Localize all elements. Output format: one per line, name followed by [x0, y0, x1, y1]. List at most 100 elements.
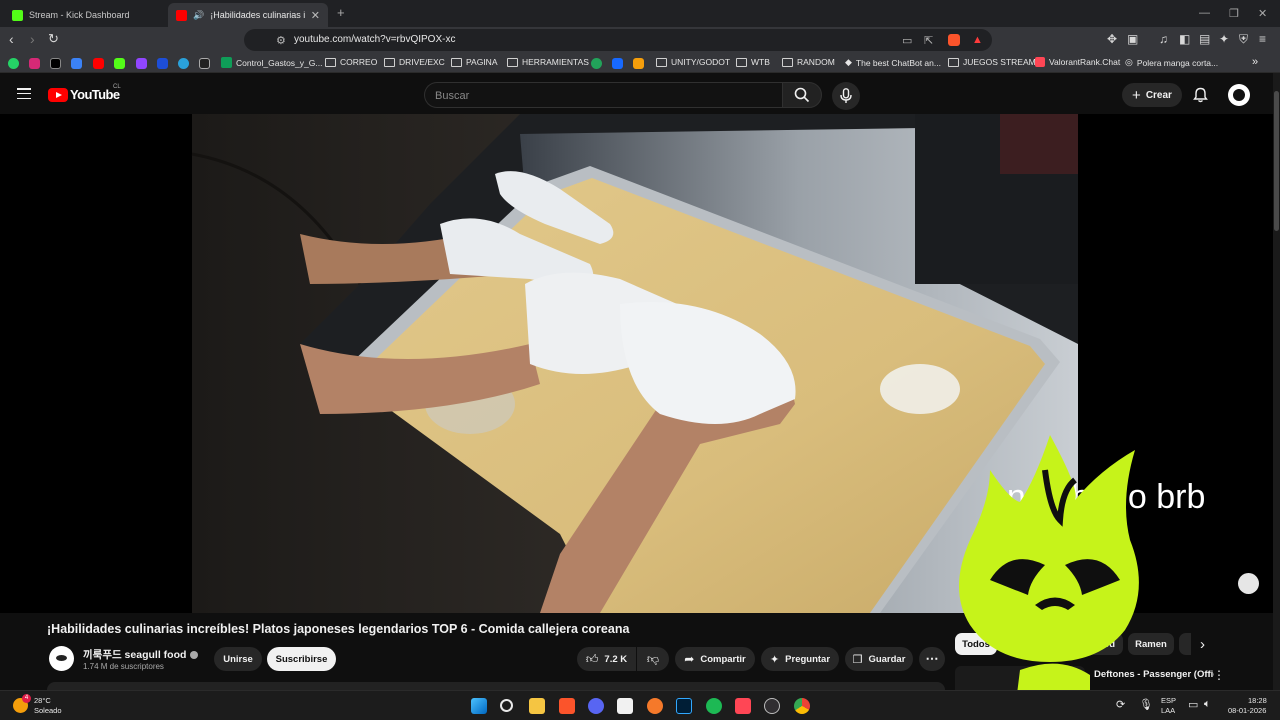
bookmark-random[interactable]: RANDOM	[782, 57, 835, 67]
hamburger-menu-icon[interactable]	[17, 88, 31, 100]
telegram-icon[interactable]	[178, 58, 189, 69]
save-button[interactable]: ❒ Guardar	[845, 647, 913, 671]
notion-icon[interactable]	[617, 698, 633, 714]
bookmark-valorantrank[interactable]: ValorantRank.Chat	[1035, 57, 1120, 67]
x-icon[interactable]	[50, 58, 61, 69]
bookmark-control-gastos[interactable]: Control_Gastos_y_G...	[221, 57, 322, 68]
chrome-icon[interactable]	[794, 698, 810, 714]
menu-icon[interactable]: ≡	[1259, 33, 1266, 45]
clock-date[interactable]: 08-01-2026	[1228, 706, 1266, 715]
bookmark-juegos-stream[interactable]: JUEGOS STREAM	[948, 57, 1036, 67]
green-app-icon[interactable]	[591, 58, 602, 69]
cast-icon[interactable]: ▭	[902, 34, 912, 47]
back-icon[interactable]: ‹	[9, 32, 14, 46]
channel-avatar[interactable]	[49, 646, 74, 671]
clock-time[interactable]: 18:28	[1248, 696, 1267, 705]
more-actions-button[interactable]: ⋯	[919, 647, 945, 671]
tray-refresh-icon[interactable]: ⟳	[1116, 698, 1125, 711]
valorant-taskbar-icon[interactable]	[735, 698, 751, 714]
address-bar[interactable]: ⚙ youtube.com/watch?v=rbvQIPOX-xc ▭ ⇱ ▲	[244, 29, 992, 51]
channel-name[interactable]: 끼룩푸드 seagull food	[83, 647, 199, 662]
url-text[interactable]: youtube.com/watch?v=rbvQIPOX-xc	[294, 34, 455, 45]
reload-icon[interactable]: ↻	[48, 32, 59, 46]
search-taskbar-icon[interactable]	[500, 699, 513, 712]
folder-icon	[451, 57, 462, 67]
notifications-bell-icon[interactable]	[1193, 87, 1208, 103]
discord-icon[interactable]	[588, 698, 604, 714]
subscriber-count: 1.74 M de suscriptores	[83, 662, 164, 671]
ask-button[interactable]: ✦ Preguntar	[761, 647, 839, 671]
behance-icon[interactable]	[612, 58, 623, 69]
minimize-icon[interactable]: —	[1199, 7, 1210, 19]
chip-partial[interactable]	[1179, 633, 1191, 655]
join-button[interactable]: Unirse	[214, 647, 262, 671]
whatsapp-icon[interactable]	[8, 58, 19, 69]
paypal-icon[interactable]	[157, 58, 168, 69]
scrollbar-thumb[interactable]	[1274, 91, 1279, 231]
page-scrollbar[interactable]	[1273, 73, 1280, 690]
rewards-icon[interactable]: ▲	[972, 34, 983, 46]
bookmark-correo[interactable]: CORREO	[325, 57, 377, 67]
chips-next-icon[interactable]: ›	[1200, 636, 1205, 653]
close-window-icon[interactable]: ✕	[1258, 7, 1267, 20]
extension-float-icon[interactable]	[1238, 573, 1259, 594]
photoshop-icon[interactable]	[676, 698, 692, 714]
maximize-icon[interactable]: ❐	[1229, 7, 1239, 20]
gmail-icon[interactable]	[199, 58, 210, 69]
search-input[interactable]: Buscar	[424, 82, 782, 108]
subscribe-button[interactable]: Suscribirse	[267, 647, 336, 671]
file-explorer-icon[interactable]	[529, 698, 545, 714]
share-button[interactable]: ➦ Compartir	[675, 647, 755, 671]
account-avatar[interactable]	[1228, 84, 1250, 106]
blender-icon[interactable]	[647, 698, 663, 714]
spotify-icon[interactable]	[706, 698, 722, 714]
brave-shield-icon[interactable]	[948, 34, 960, 46]
bookmark-wtb[interactable]: WTB	[736, 57, 770, 67]
tab-kick-dashboard[interactable]: Stream - Kick Dashboard	[4, 3, 164, 27]
tab-youtube-video[interactable]: 🔊 ¡Habilidades culinarias increíb ✕	[168, 3, 328, 27]
forward-icon[interactable]: ›	[30, 32, 35, 46]
bookmark-pagina[interactable]: PAGINA	[451, 57, 498, 67]
create-button[interactable]: + Crear	[1122, 83, 1182, 107]
language-bottom[interactable]: LAA	[1161, 706, 1175, 715]
vpn-icon[interactable]: ⛨	[1239, 33, 1248, 45]
audio-icon[interactable]: 🔊	[193, 10, 204, 21]
folder-blue-icon[interactable]	[71, 58, 82, 69]
like-button[interactable]: 👍︎ 7.2 K	[577, 647, 636, 671]
related-more-icon[interactable]: ⋮	[1213, 668, 1225, 682]
windows-start-icon[interactable]	[471, 698, 487, 714]
tray-mic-icon[interactable]: 🎙︎	[1139, 698, 1153, 711]
obs-icon[interactable]	[764, 698, 780, 714]
extensions-icon[interactable]: ✥	[1107, 33, 1117, 45]
volume-icon[interactable]: 🔈︎	[1204, 698, 1211, 711]
bookmark-polera[interactable]: ◎ Polera manga corta...	[1125, 57, 1218, 68]
brave-browser-icon[interactable]	[559, 698, 575, 714]
ba-icon[interactable]	[633, 58, 644, 69]
instagram-icon[interactable]	[29, 58, 40, 69]
close-tab-icon[interactable]: ✕	[311, 9, 320, 22]
search-button[interactable]	[782, 82, 822, 108]
twitch-icon[interactable]	[136, 58, 147, 69]
music-icon[interactable]: ♫	[1159, 33, 1168, 45]
site-info-icon[interactable]: ⚙	[276, 34, 286, 47]
network-icon[interactable]: ▭	[1188, 698, 1198, 711]
bookmark-unity-godot[interactable]: UNITY/GODOT	[656, 57, 730, 67]
bookmark-drive-exc[interactable]: DRIVE/EXC	[384, 57, 445, 67]
voice-search-button[interactable]	[832, 82, 860, 110]
youtube-logo-icon[interactable]	[48, 88, 68, 102]
share-icon[interactable]: ⇱	[924, 34, 933, 47]
sidebar-icon[interactable]: ◧	[1179, 33, 1190, 45]
new-tab-icon[interactable]: +	[337, 5, 345, 20]
kick-bookmark-icon[interactable]	[114, 58, 125, 69]
bookmark-herramientas[interactable]: HERRAMIENTAS	[507, 57, 589, 67]
microphone-icon	[840, 88, 852, 103]
leo-ai-icon[interactable]: ✦	[1219, 33, 1229, 45]
language-top[interactable]: ESP	[1161, 696, 1176, 705]
description-box-edge[interactable]	[47, 682, 945, 690]
bookmark-chatbot[interactable]: ◆ The best ChatBot an...	[845, 57, 941, 68]
more-bookmarks-icon[interactable]: »	[1252, 56, 1258, 68]
screenshot-icon[interactable]: ▣	[1127, 33, 1138, 45]
youtube-bookmark-icon[interactable]	[93, 58, 104, 69]
wallet-icon[interactable]: ▤	[1199, 33, 1210, 45]
dislike-button[interactable]: 👎︎	[637, 647, 669, 671]
